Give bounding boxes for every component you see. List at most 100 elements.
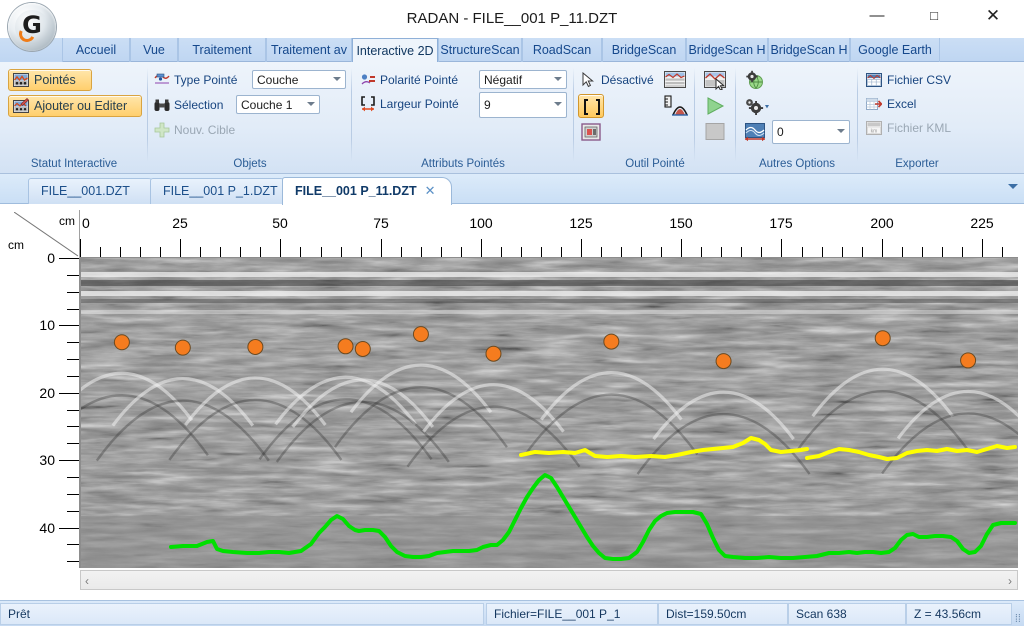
y-axis-minor-tick [67, 275, 79, 276]
ribbon-tab-bridgescan-h[interactable]: BridgeScan H [686, 38, 768, 62]
desactive-label: Désactivé [601, 73, 654, 87]
svg-text:km: km [871, 129, 878, 135]
desactive-row[interactable]: Désactivé [580, 71, 654, 88]
pick-marker[interactable] [412, 326, 429, 343]
export-kml-button[interactable]: km Fichier KML [866, 120, 951, 136]
document-tab-2[interactable]: FILE__001 P_1.DZT [150, 178, 290, 204]
ribbon-tab-bridgescan-h[interactable]: BridgeScan H [768, 38, 850, 62]
pick-marker[interactable] [485, 345, 502, 362]
chevron-down-icon [554, 77, 562, 81]
pick-marker[interactable] [174, 339, 191, 356]
x-axis-minor-tick [761, 247, 762, 257]
type-pointe-combo[interactable]: Couche [252, 70, 346, 89]
x-axis-minor-tick [421, 247, 422, 257]
radargram-image[interactable] [80, 258, 1018, 568]
pick-marker[interactable] [113, 334, 130, 351]
csv-icon [866, 72, 882, 88]
chevron-down-icon [554, 102, 562, 106]
gear-globe-button[interactable] [742, 68, 768, 92]
play-tool-button[interactable] [702, 94, 728, 118]
hyperbola-ruler-tool-button[interactable] [662, 94, 692, 118]
title-bar: G RADAN - FILE__001 P_11.DZT — □ ✕ [0, 0, 1024, 51]
scroll-left-arrow-icon[interactable]: ‹ [85, 574, 89, 588]
layer-list-tool-button[interactable] [662, 68, 688, 92]
y-axis-minor-tick [67, 561, 79, 562]
selection-combo[interactable]: Couche 1 [236, 95, 320, 114]
ribbon-tab-traitement-av[interactable]: Traitement av [266, 38, 352, 62]
ribbon-tab-vue[interactable]: Vue [130, 38, 178, 62]
framed-picks-tool-button[interactable] [578, 120, 604, 144]
export-excel-button[interactable]: Excel [866, 96, 916, 112]
document-tab-close-icon[interactable]: ✕ [425, 183, 436, 198]
ribbon-group-objets: Type Pointé Couche Sélection Couche 1 No… [148, 64, 352, 172]
add-edit-icon [13, 98, 30, 114]
tab-overflow-chevron-icon[interactable] [1008, 184, 1018, 189]
nouv-cible-row[interactable]: Nouv. Cible [154, 122, 235, 138]
y-axis-minor-tick [67, 477, 79, 478]
x-axis-major-tick [180, 239, 181, 257]
status-depth: Z = 43.56cm [906, 603, 1012, 625]
selection-value: Couche 1 [241, 97, 293, 112]
export-excel-label: Excel [887, 97, 917, 111]
pick-marker[interactable] [603, 333, 620, 350]
radargram-horizontal-scrollbar[interactable]: ‹ › [80, 570, 1018, 590]
document-tab-1[interactable]: FILE__001.DZT [28, 178, 158, 204]
stop-tool-button[interactable] [702, 120, 728, 144]
scroll-right-arrow-icon[interactable]: › [1008, 574, 1012, 588]
largeur-pointe-value: 9 [484, 98, 491, 112]
pick-marker[interactable] [715, 353, 732, 370]
pointes-toggle-button[interactable]: Pointés [8, 69, 92, 91]
ruler-corner-box: cm cm [6, 210, 80, 258]
ribbon-tab-google-earth[interactable]: Google Earth [850, 38, 940, 62]
polarite-pointe-combo[interactable]: Négatif [479, 70, 567, 89]
pick-marker[interactable] [874, 330, 891, 347]
y-axis-minor-tick [67, 309, 79, 310]
y-axis-major-tick [59, 528, 79, 529]
offset-icon-button[interactable] [742, 120, 768, 144]
ribbon-tab-interactive-2d[interactable]: Interactive 2D [352, 38, 438, 62]
x-axis-minor-tick [1002, 247, 1003, 257]
ajouter-editer-toggle-button[interactable]: Ajouter ou Editer [8, 95, 142, 117]
ribbon-tab-bridgescan[interactable]: BridgeScan [602, 38, 686, 62]
nouv-cible-label: Nouv. Cible [174, 123, 236, 137]
scan-arrow-tool-button[interactable] [702, 68, 728, 92]
ribbon-tab-accueil[interactable]: Accueil [62, 38, 130, 62]
ribbon-tab-structurescan[interactable]: StructureScan [438, 38, 522, 62]
chevron-down-icon [837, 129, 845, 133]
x-axis-tick-label: 150 [669, 215, 693, 231]
group-label-autres-options: Autres Options [758, 158, 836, 170]
document-tab-3[interactable]: FILE__001 P_11.DZT ✕ [282, 177, 452, 205]
largeur-pointe-combo[interactable]: 9 [479, 92, 567, 118]
ribbon-tab-roadscan[interactable]: RoadScan [522, 38, 602, 62]
minimize-button[interactable]: — [854, 0, 900, 32]
x-axis-minor-tick [822, 247, 823, 257]
polarite-pointe-value: Négatif [484, 72, 523, 87]
export-csv-button[interactable]: Fichier CSV [866, 72, 951, 88]
ribbon-tab-traitement[interactable]: Traitement [178, 38, 266, 62]
group-label-objets: Objets [233, 158, 267, 170]
gears-settings-button[interactable] [742, 94, 782, 118]
bracket-tool-button[interactable] [578, 94, 604, 118]
x-axis-minor-tick [321, 247, 322, 257]
ribbon-group-outil-pointe: Désactivé Outil Pointé [574, 64, 736, 172]
x-axis-minor-tick [220, 247, 221, 257]
resize-grip-icon[interactable]: ⁞⁞ [1015, 613, 1021, 625]
pick-marker[interactable] [354, 340, 371, 357]
status-bar: Prêt Fichier=FILE__001 P_1 Dist=159.50cm… [0, 600, 1024, 626]
ribbon-group-autres-options: 0 Autres Options [736, 64, 858, 172]
x-axis-tick-label: 100 [469, 215, 493, 231]
x-axis-major-tick [982, 239, 983, 257]
x-axis-tick-label: 200 [870, 215, 894, 231]
maximize-button[interactable]: □ [911, 0, 957, 32]
pick-marker[interactable] [337, 338, 354, 355]
close-button[interactable]: ✕ [970, 0, 1016, 32]
arrow-cursor-icon [580, 71, 596, 88]
offset-value-combo[interactable]: 0 [772, 120, 850, 144]
x-axis-minor-tick [561, 247, 562, 257]
pick-marker[interactable] [960, 352, 977, 369]
app-logo-icon[interactable]: G [8, 3, 56, 51]
x-axis-minor-tick [641, 247, 642, 257]
horizontal-ruler: 0 25 50 75 100 125 150 175 200 225 [80, 210, 1018, 258]
pick-marker[interactable] [247, 338, 264, 355]
y-axis-tick-label: 40 [39, 520, 55, 536]
